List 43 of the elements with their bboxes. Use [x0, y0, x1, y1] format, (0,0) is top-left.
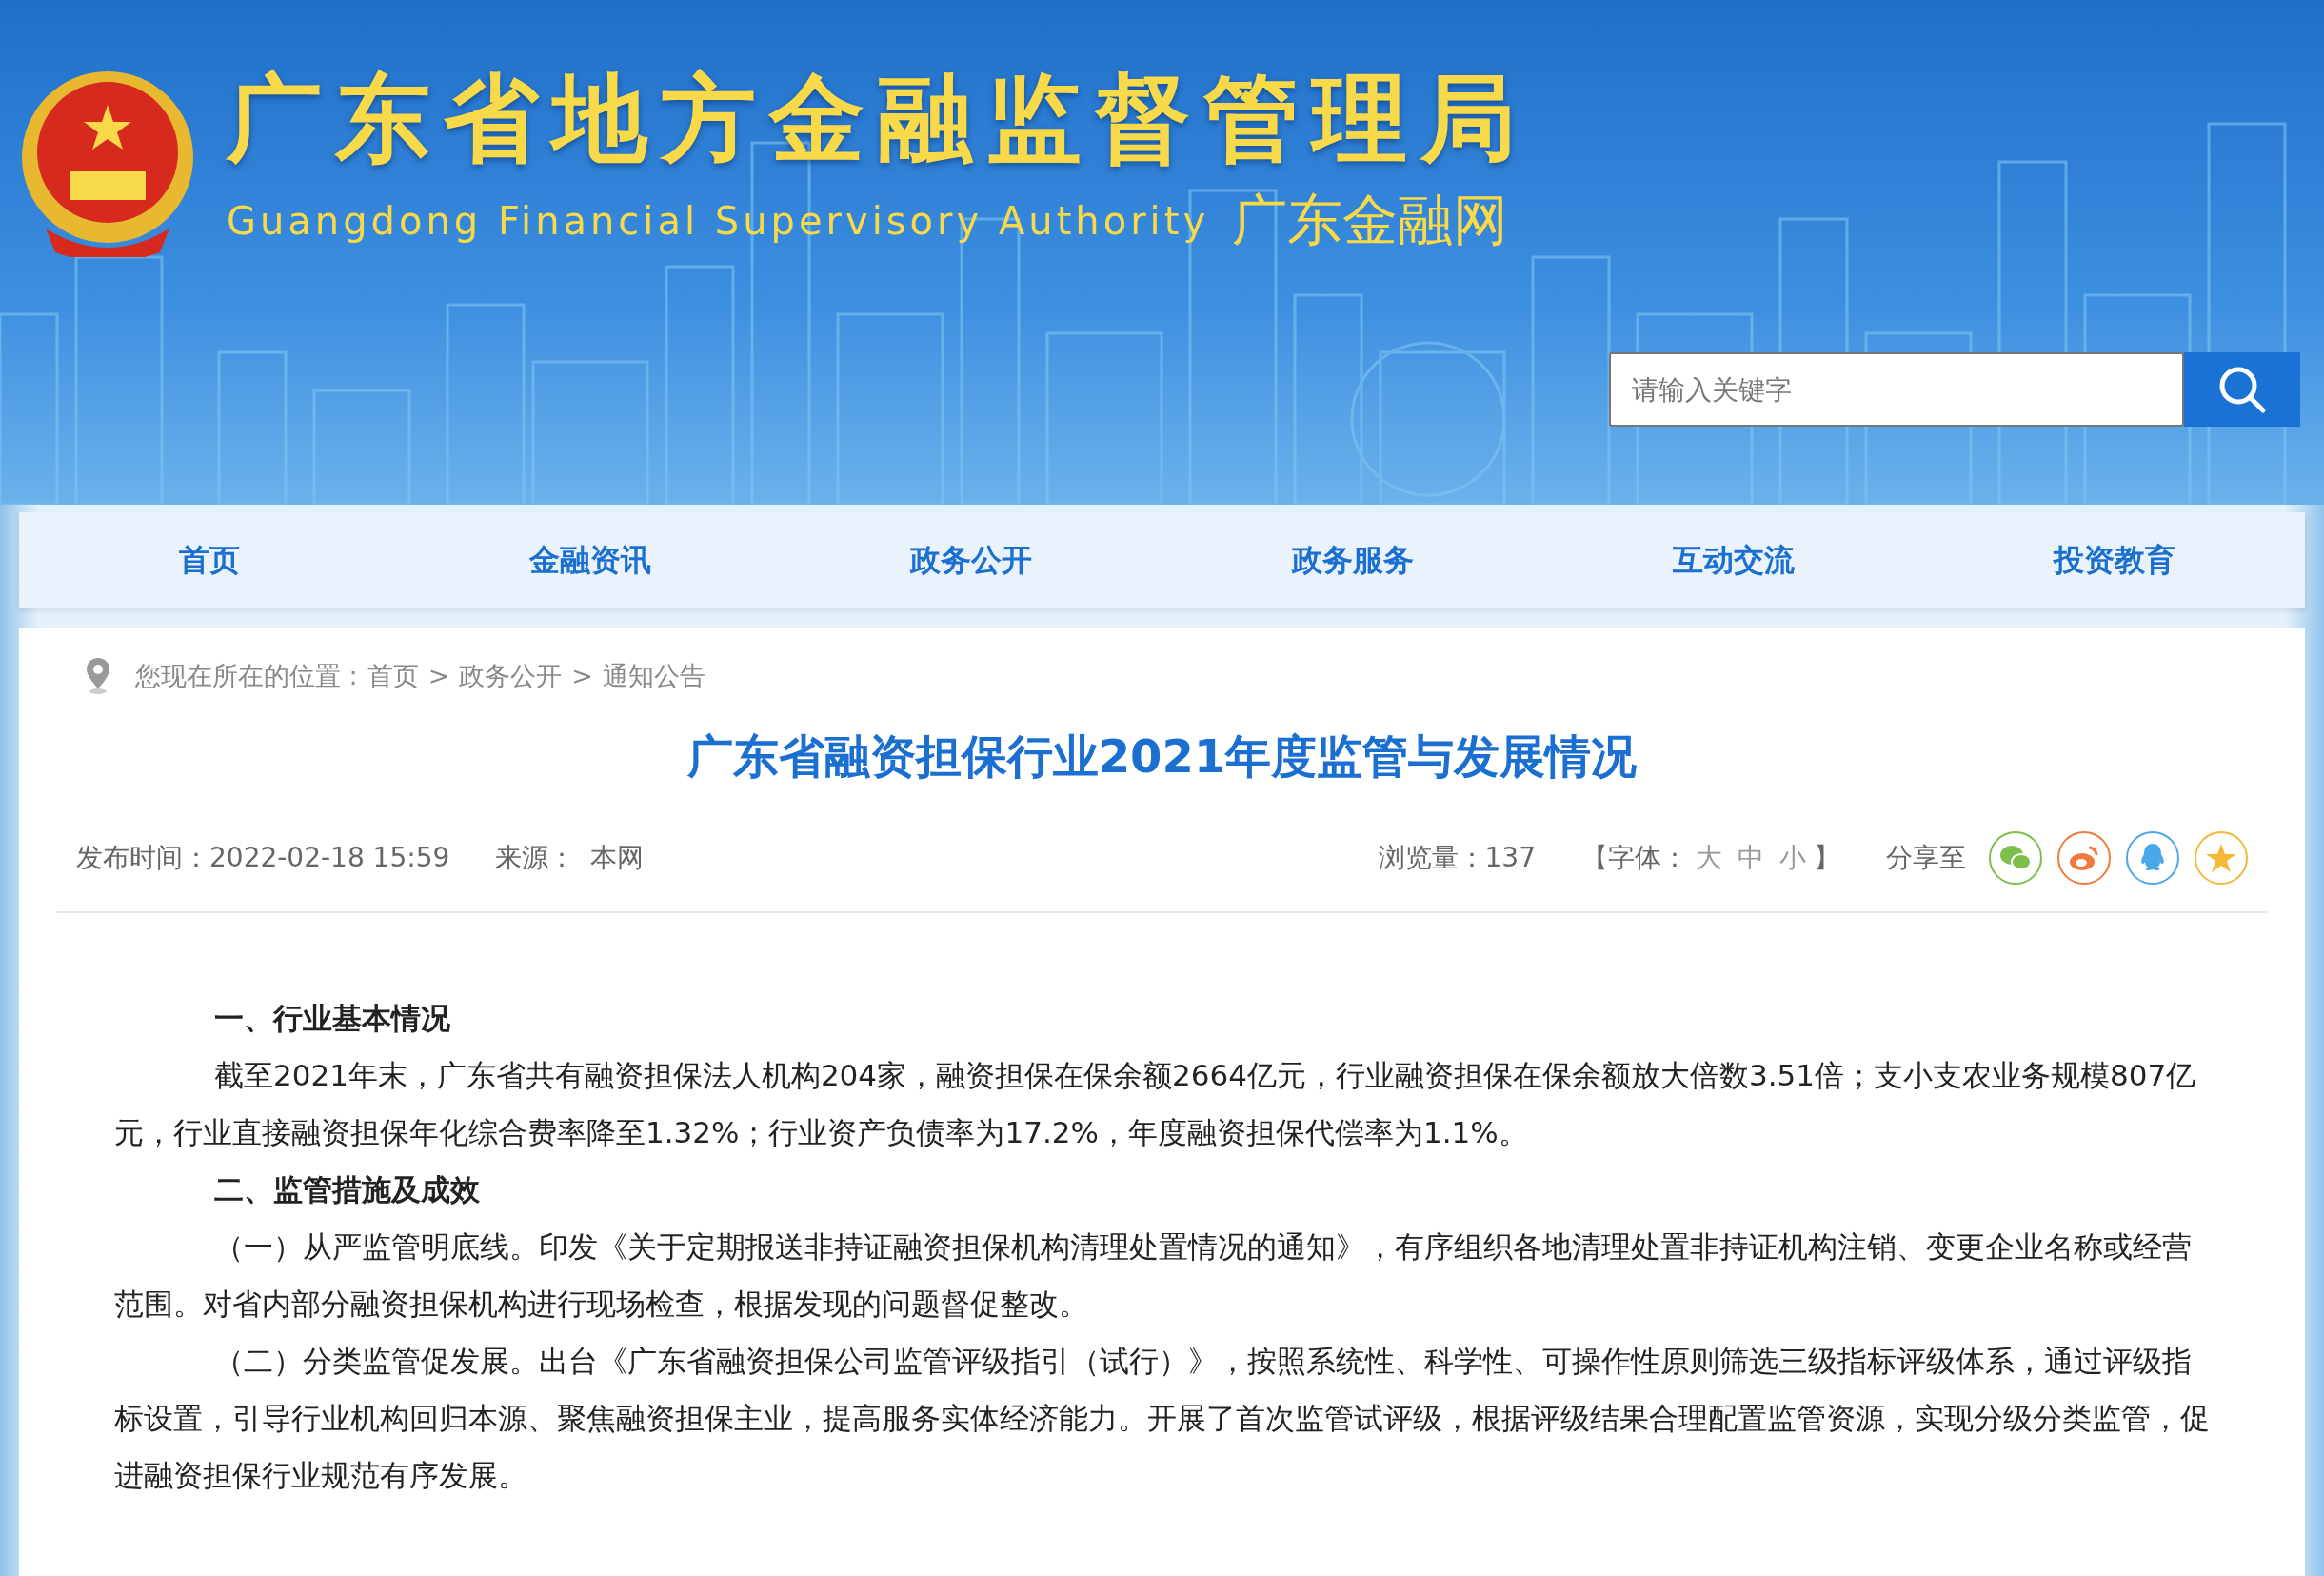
share-icon: [2068, 844, 2100, 873]
bracket-text: 】: [1814, 841, 1840, 876]
views-count: 137: [1484, 841, 1536, 876]
breadcrumb-link[interactable]: 通知公告: [602, 657, 705, 696]
body-paragraph: 截至2021年末，广东省共有融资担保法人机构204家，融资担保在保余额2664亿元，行业融资担保在保余额放大倍数3.51倍；支小支农业务规模807亿元，行业直接融资担保年化综合费率降至1.32%；行业资产负债率为17.2%，年度融资担保代偿率为1.1%。: [114, 1057, 2197, 1152]
breadcrumb-label: 您现在所在的位置 :: [135, 660, 358, 692]
share-icon: [2205, 843, 2237, 874]
body-paragraph: （一）从严监管明底线。印发《关于定期报送非持证融资担保机构清理处置情况的通知》，有序组织各地清理处置非持证机构注销、变更企业名称或经营范围。对省内部分融资担保机构进行现场检查，根据发现的问题督促整改。: [114, 1228, 2193, 1324]
share-label: 分享至: [1886, 841, 1966, 876]
search-field[interactable]: 请输入关键字: [1609, 352, 2184, 427]
views-label: 浏览量：: [1378, 841, 1485, 876]
nav-link[interactable]: 互动交流: [1542, 512, 1924, 608]
site-name: 广东金融网: [1232, 187, 1509, 254]
breadcrumb-link[interactable]: 政务公开: [459, 657, 563, 696]
breadcrumb-link[interactable]: 首页: [367, 657, 419, 696]
publish-time: 2022-02-18 15:59: [209, 841, 450, 876]
site-subtitle: Guangdong Financial Supervisory Authority: [227, 197, 1210, 245]
font-size-label: 【字体：: [1581, 841, 1688, 876]
source-text: 本网: [590, 841, 645, 876]
search-button[interactable]: [2184, 352, 2300, 427]
location-pin-icon: [86, 658, 110, 695]
nav-link[interactable]: 金融资讯: [400, 512, 782, 608]
share-button[interactable]: [2057, 831, 2111, 886]
section-heading: 一、行业基本情况: [213, 1000, 451, 1038]
font-size-link[interactable]: 大: [1696, 838, 1722, 879]
share-button[interactable]: [2195, 831, 2248, 886]
article-title: 广东省融资担保行业2021年度监管与发展情况: [685, 728, 1639, 785]
nav-link[interactable]: 政务服务: [1162, 512, 1543, 608]
font-size-link[interactable]: 小: [1779, 838, 1806, 879]
nav-link[interactable]: 首页: [19, 512, 401, 608]
share-button[interactable]: [2126, 831, 2179, 886]
breadcrumb-separator: >: [571, 660, 593, 692]
site-title: 广东省地方金融监督管理局: [227, 67, 1529, 171]
search-icon: [2217, 365, 2267, 414]
font-size-link[interactable]: 中: [1738, 838, 1764, 879]
share-button[interactable]: [1989, 831, 2042, 886]
nav-link[interactable]: 投资教育: [1923, 512, 2306, 608]
section-heading: 二、监管措施及成效: [213, 1171, 481, 1209]
body-paragraph: （二）分类监管促发展。出台《广东省融资担保公司监管评级指引（试行）》，按照系统性、科学性、可操作性原则筛选三级指标评级体系，通过评级指标设置，引导行业机构回归本源、聚焦融资担保主业，提高服务实体经济能力。开展了首次监管试评级，根据评级结果合理配置监管资源，实现分级分类监管，促进融资担保行业规范有序发展。: [114, 1343, 2210, 1495]
publish-label: 发布时间：: [76, 841, 209, 876]
nav-link[interactable]: 政务公开: [781, 512, 1162, 608]
breadcrumb-separator: >: [427, 660, 450, 692]
source-label: 来源：: [495, 841, 576, 876]
